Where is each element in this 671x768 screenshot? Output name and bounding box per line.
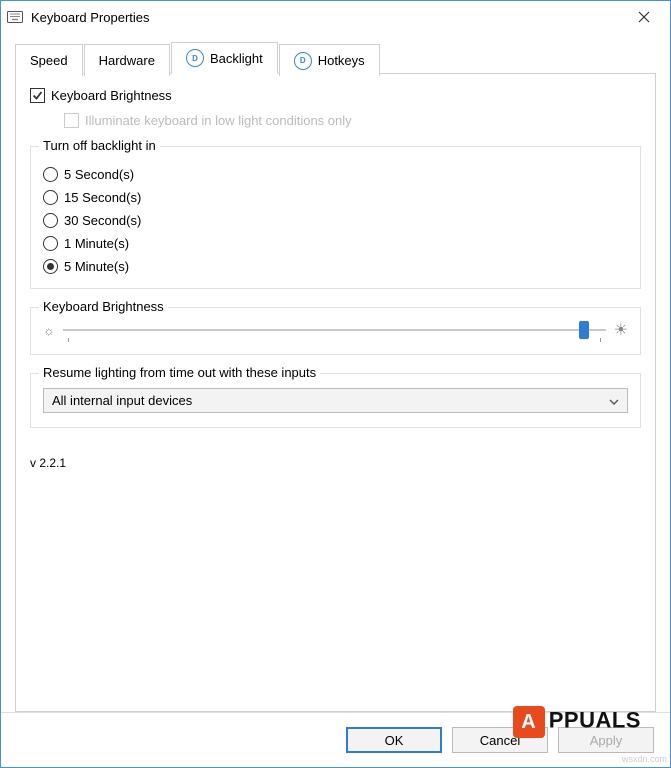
brightness-slider-row: ☼ ☀ [43,320,628,340]
slider-legend: Keyboard Brightness [39,299,168,314]
titlebar: Keyboard Properties [1,1,670,33]
resume-legend: Resume lighting from time out with these… [39,365,320,380]
radio-icon [43,190,58,205]
radio-5-seconds[interactable]: 5 Second(s) [43,167,628,182]
cancel-button[interactable]: Cancel [452,727,548,753]
illuminate-checkbox [64,113,79,128]
radio-icon [43,213,58,228]
ok-button[interactable]: OK [346,727,442,753]
keyboard-properties-window: Keyboard Properties Speed Hardware D Bac… [0,0,671,768]
radio-icon [43,236,58,251]
radio-5-minutes[interactable]: 5 Minute(s) [43,259,628,274]
tab-hotkeys[interactable]: D Hotkeys [279,44,380,76]
slider-tick [600,338,601,342]
window-title: Keyboard Properties [31,10,624,25]
radio-icon [43,259,58,274]
tab-bar: Speed Hardware D Backlight D Hotkeys [15,41,656,73]
ok-label: OK [385,733,404,748]
tab-hardware[interactable]: Hardware [84,44,170,76]
radio-30-seconds[interactable]: 30 Second(s) [43,213,628,228]
tab-hardware-label: Hardware [99,53,155,68]
brightness-high-icon: ☀ [614,320,628,340]
keyboard-brightness-checkbox-row[interactable]: Keyboard Brightness [30,88,641,103]
illuminate-label: Illuminate keyboard in low light conditi… [85,113,352,128]
tab-backlight[interactable]: D Backlight [171,42,278,74]
slider-track-line [63,329,606,331]
content-area: Speed Hardware D Backlight D Hotkeys Key… [1,33,670,712]
button-bar: OK Cancel Apply [1,712,670,767]
close-button[interactable] [624,3,664,31]
version-label: v 2.2.1 [30,456,641,470]
brightness-slider[interactable] [63,320,606,340]
illuminate-checkbox-row: Illuminate keyboard in low light conditi… [64,113,641,128]
radio-15-seconds[interactable]: 15 Second(s) [43,190,628,205]
watermark-text: wsxdn.com [622,754,667,764]
turnoff-legend: Turn off backlight in [39,138,160,153]
brightness-slider-groupbox: Keyboard Brightness ☼ ☀ [30,307,641,355]
apply-label: Apply [590,733,623,748]
keyboard-icon [7,9,23,25]
keyboard-brightness-checkbox[interactable] [30,88,45,103]
radio-30s-label: 30 Second(s) [64,213,141,228]
radio-icon [43,167,58,182]
brightness-low-icon: ☼ [43,323,55,338]
tab-speed[interactable]: Speed [15,44,83,76]
tab-speed-label: Speed [30,53,68,68]
turnoff-groupbox: Turn off backlight in 5 Second(s) 15 Sec… [30,146,641,289]
radio-1m-label: 1 Minute(s) [64,236,129,251]
resume-select[interactable]: All internal input devices [43,388,628,413]
tab-hotkeys-label: Hotkeys [318,53,365,68]
backlight-panel: Keyboard Brightness Illuminate keyboard … [15,73,656,712]
tab-backlight-label: Backlight [210,51,263,66]
radio-1-minute[interactable]: 1 Minute(s) [43,236,628,251]
slider-tick [68,338,69,342]
cancel-label: Cancel [480,733,520,748]
resume-select-value: All internal input devices [52,393,192,408]
keyboard-brightness-label: Keyboard Brightness [51,88,172,103]
radio-5m-label: 5 Minute(s) [64,259,129,274]
slider-thumb[interactable] [579,321,589,339]
dell-icon: D [186,49,204,67]
apply-button: Apply [558,727,654,753]
radio-5s-label: 5 Second(s) [64,167,134,182]
resume-select-wrap: All internal input devices [43,388,628,413]
brightness-section: Keyboard Brightness Illuminate keyboard … [30,88,641,128]
resume-groupbox: Resume lighting from time out with these… [30,373,641,428]
chevron-down-icon [609,393,619,408]
radio-15s-label: 15 Second(s) [64,190,141,205]
dell-icon: D [294,52,312,70]
